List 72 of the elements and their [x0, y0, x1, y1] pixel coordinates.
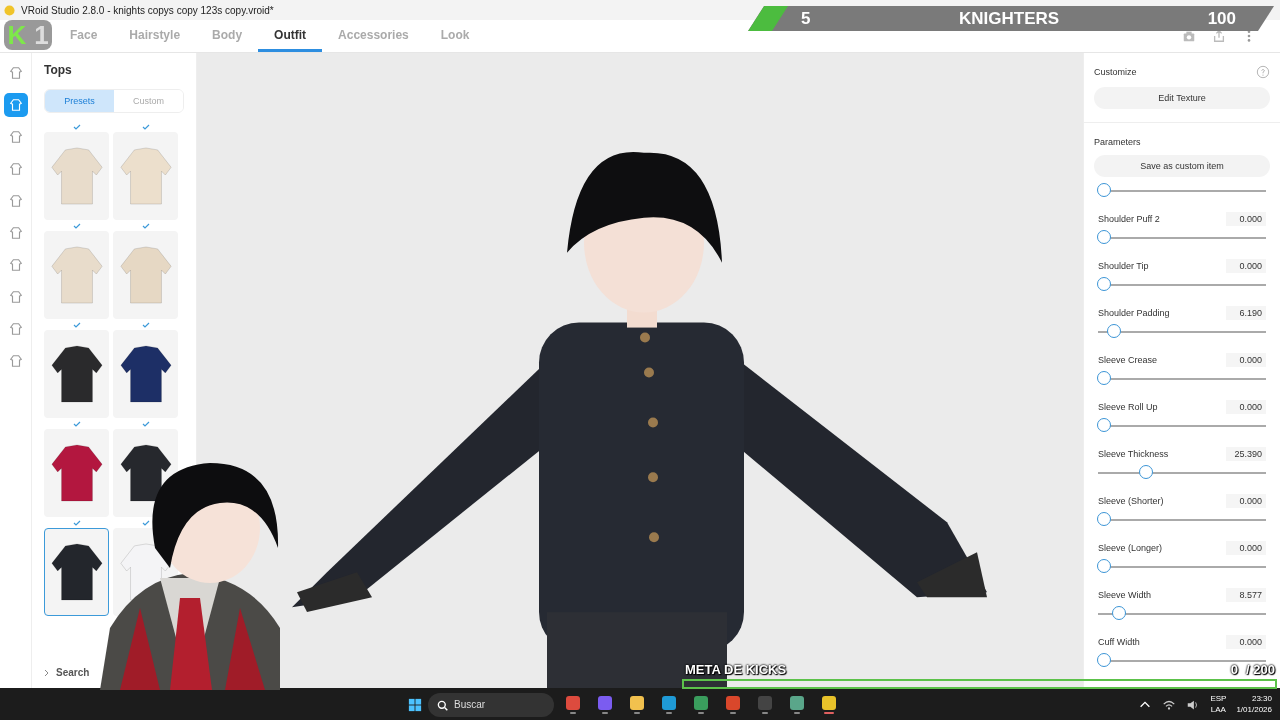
chevron-icon: [44, 668, 50, 677]
search-section[interactable]: Search: [56, 667, 90, 678]
outfit-thumbnail[interactable]: [44, 132, 109, 220]
outfit-thumbnail[interactable]: [113, 132, 178, 220]
slider-thumb[interactable]: [1097, 559, 1111, 573]
parameter-value[interactable]: 0.000: [1226, 353, 1266, 367]
outfit-thumbnail[interactable]: [44, 429, 109, 517]
check-icon: [72, 321, 81, 329]
parameter-value[interactable]: 0.000: [1226, 400, 1266, 414]
clock-date[interactable]: 1/01/2026: [1236, 704, 1272, 715]
parameter-value[interactable]: 0.000: [1226, 494, 1266, 508]
outfit-thumbnail[interactable]: [113, 231, 178, 319]
search-field[interactable]: Buscar: [428, 692, 554, 717]
score-banner: 5 KNIGHTERS 100: [748, 6, 1274, 31]
parameter-value[interactable]: 6.190: [1226, 306, 1266, 320]
parameter-value[interactable]: 25.390: [1226, 447, 1266, 461]
save-custom-button[interactable]: Save as custom item: [1094, 155, 1270, 177]
check-icon: [72, 420, 81, 428]
slider-thumb[interactable]: [1097, 512, 1111, 526]
start-icon[interactable]: [408, 697, 422, 712]
parameter-value[interactable]: 8.577: [1226, 588, 1266, 602]
check-icon: [141, 222, 150, 230]
slider-thumb[interactable]: [1097, 277, 1111, 291]
slider-thumb[interactable]: [1097, 230, 1111, 244]
slider-thumb[interactable]: [1107, 324, 1122, 338]
outfit-thumbnail[interactable]: [44, 231, 109, 319]
outfit-thumbnail[interactable]: [44, 330, 109, 418]
slider-thumb[interactable]: [1097, 183, 1111, 197]
share-icon[interactable]: [1212, 29, 1226, 43]
parameter-label: Sleeve Width: [1098, 590, 1152, 600]
layout-indicator[interactable]: LAA: [1210, 704, 1226, 715]
category-icon[interactable]: [3, 93, 28, 117]
check-icon: [72, 222, 81, 230]
parameter-label: Shoulder Padding: [1098, 308, 1170, 318]
parameter-label: Sleeve (Longer): [1098, 543, 1163, 553]
section-title: Parameters: [1094, 137, 1142, 147]
slider-thumb[interactable]: [1097, 371, 1111, 385]
outfit-thumbnail[interactable]: [113, 330, 178, 418]
slider-thumb[interactable]: [1139, 465, 1153, 479]
slider-thumb[interactable]: [1097, 418, 1111, 432]
help-icon[interactable]: [1256, 65, 1270, 79]
parameter-label: Shoulder Tip: [1098, 261, 1149, 271]
window-title: VRoid Studio 2.8.0 - knights copys copy 123s copy.vroid*: [21, 4, 274, 16]
parameter-label: Sleeve Roll Up: [1098, 402, 1158, 412]
check-icon: [141, 123, 150, 131]
parameter-label: Sleeve (Shorter): [1098, 496, 1164, 506]
check-icon: [141, 420, 150, 428]
parameter-label: Cuff Width: [1098, 637, 1140, 647]
language-indicator[interactable]: ESP: [1210, 694, 1227, 705]
app-icon: [4, 4, 15, 16]
panel-title: Tops: [44, 63, 73, 77]
parameter-value[interactable]: 0.000: [1226, 212, 1266, 226]
outfit-thumbnail[interactable]: [44, 528, 109, 616]
parameter-value[interactable]: 0.000: [1226, 259, 1266, 273]
goal-total: / 200: [1246, 662, 1275, 677]
clock-time[interactable]: 23:30: [1251, 694, 1272, 705]
check-icon: [141, 321, 150, 329]
channel-logo: K 1: [4, 20, 52, 50]
parameter-value[interactable]: 0.000: [1226, 635, 1266, 649]
check-icon: [72, 519, 81, 527]
parameter-label: Shoulder Puff 2: [1098, 214, 1160, 224]
parameter-label: Sleeve Crease: [1098, 355, 1158, 365]
slider-thumb[interactable]: [1112, 606, 1127, 620]
parameter-label: Sleeve Thickness: [1098, 449, 1169, 459]
check-icon: [72, 123, 81, 131]
goal-count: 0: [1230, 662, 1239, 677]
camera-icon[interactable]: [1182, 29, 1196, 43]
edit-texture-button[interactable]: Edit Texture: [1094, 87, 1270, 109]
section-title: Customize: [1094, 67, 1137, 77]
check-icon: [141, 519, 150, 527]
parameter-value[interactable]: 0.000: [1226, 541, 1266, 555]
slider-thumb[interactable]: [1097, 653, 1111, 667]
